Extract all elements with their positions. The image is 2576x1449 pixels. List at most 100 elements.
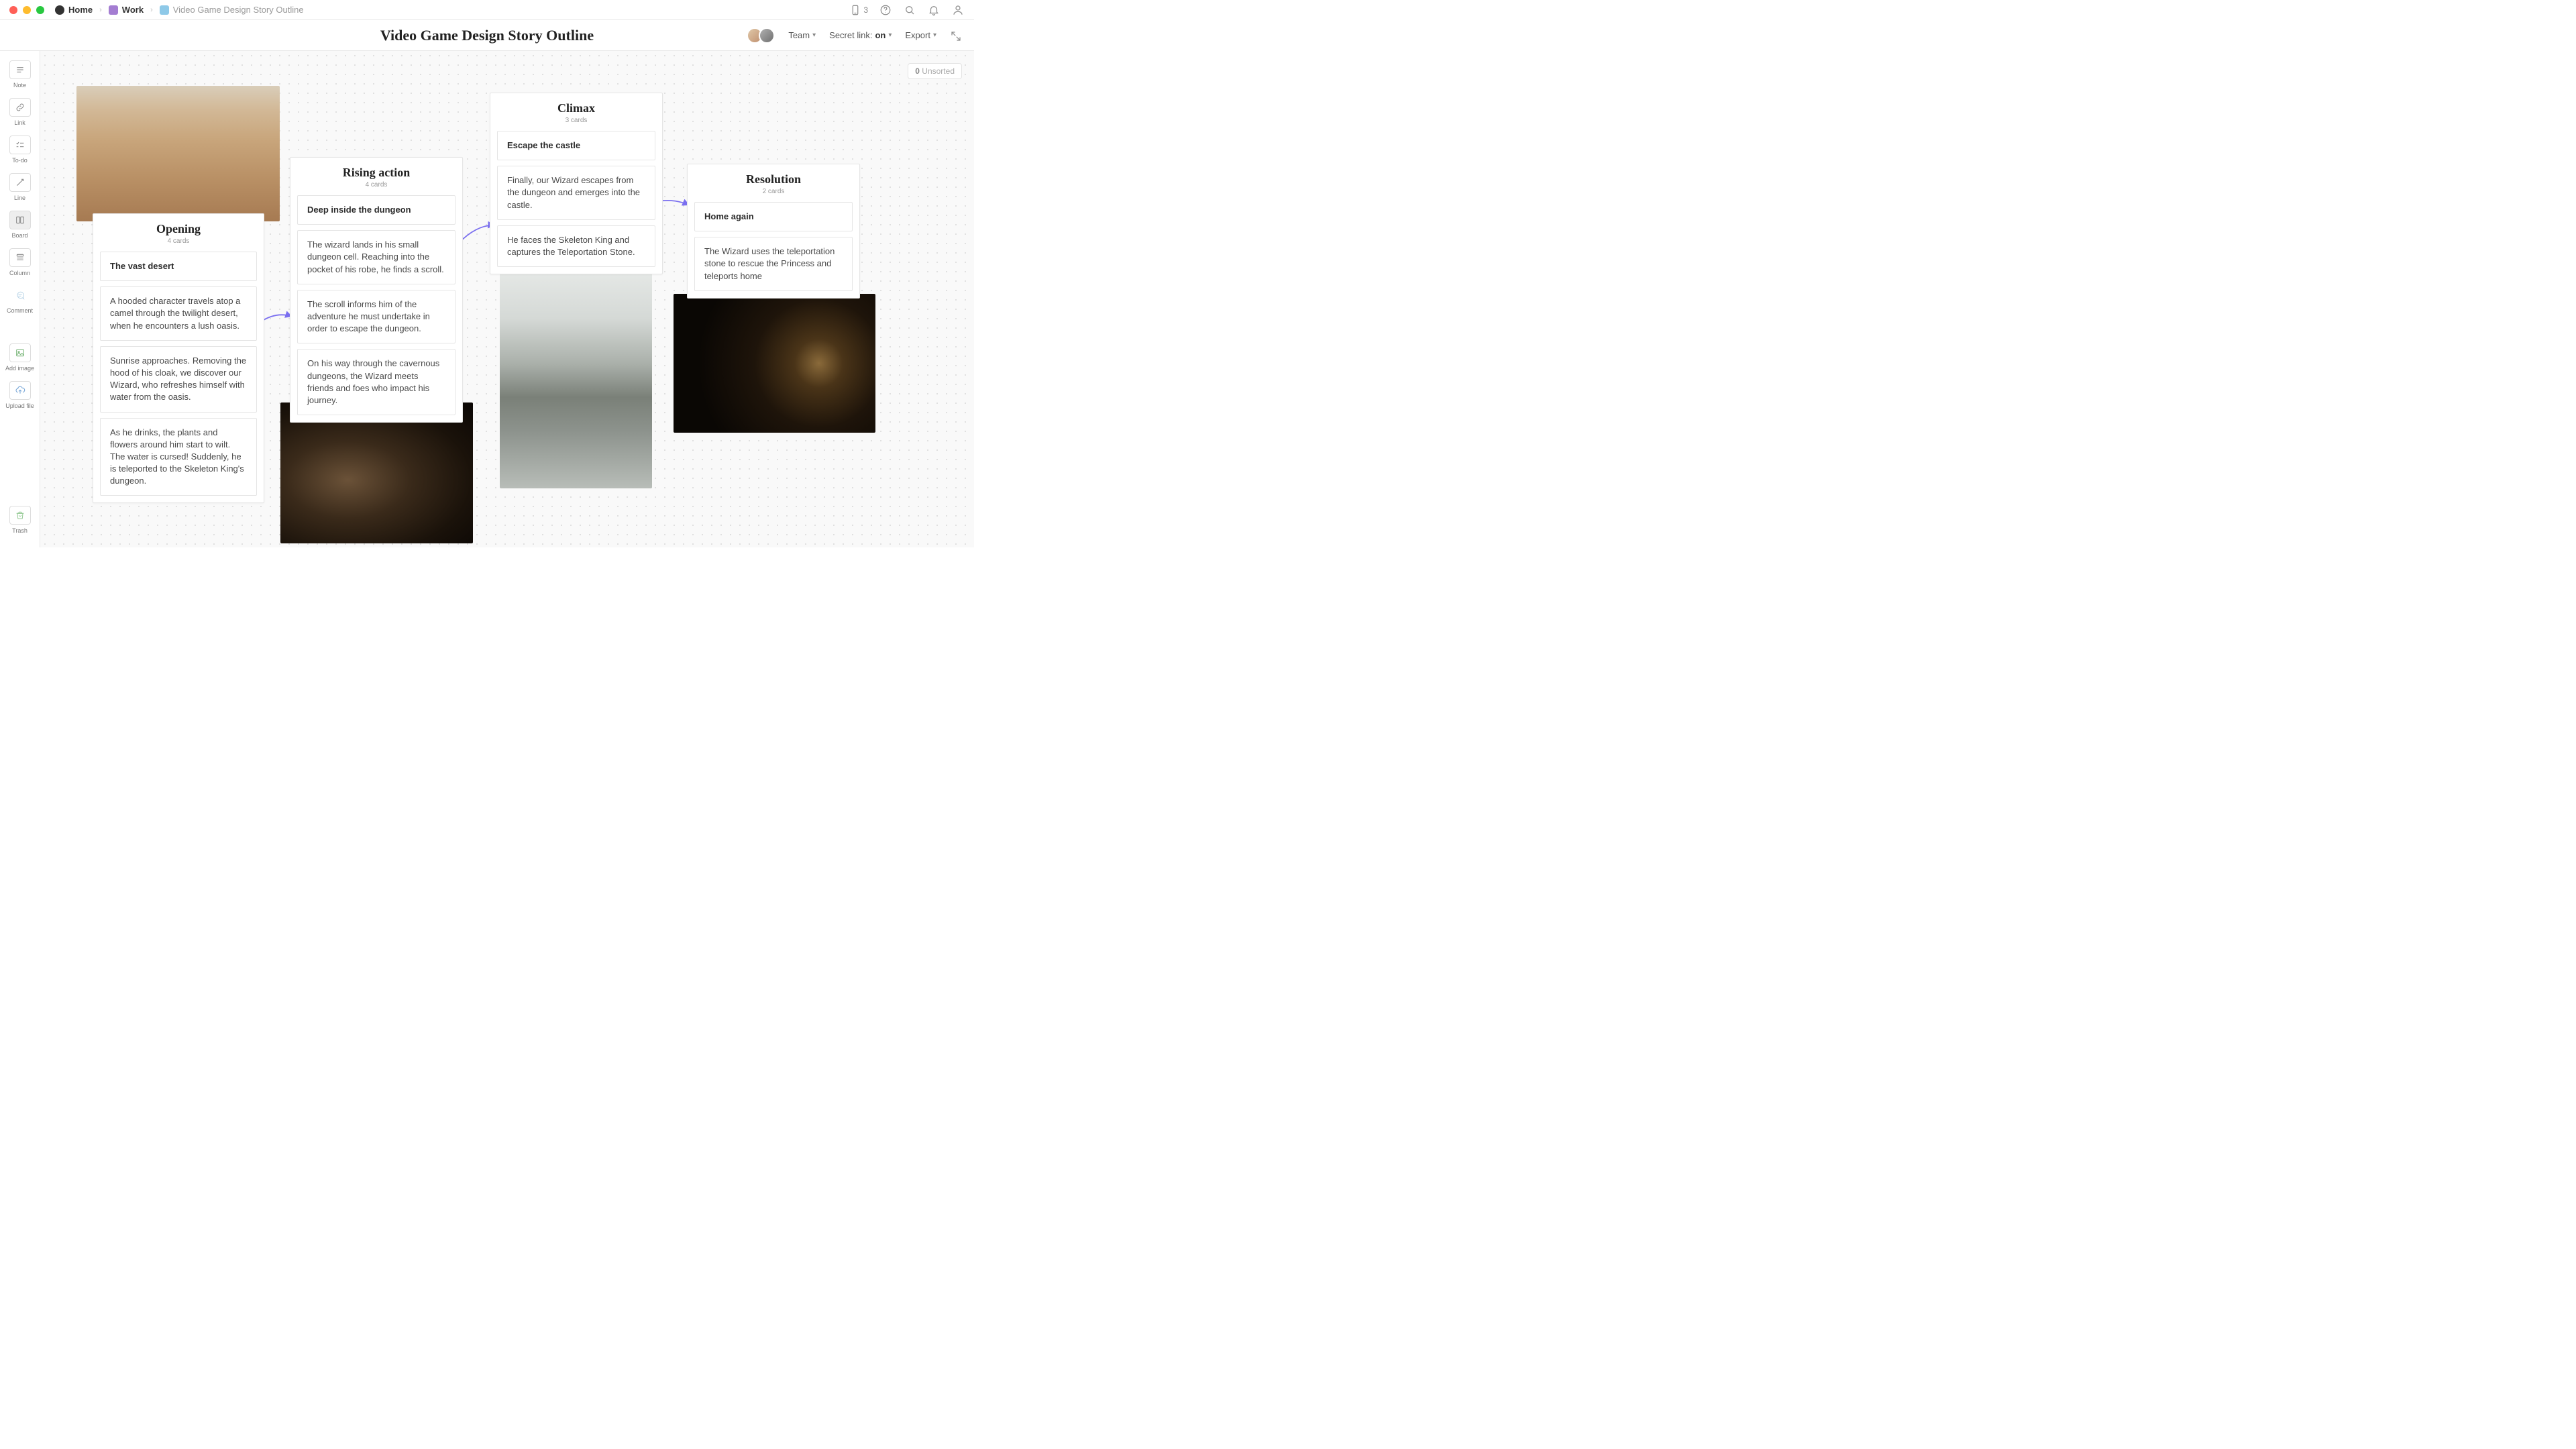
list-count: 4 cards xyxy=(297,181,455,189)
home-icon: M xyxy=(55,5,64,15)
breadcrumb-home-label: Home xyxy=(68,5,93,15)
line-icon xyxy=(9,173,31,192)
list-title: Resolution xyxy=(694,172,853,186)
help-icon xyxy=(879,4,892,16)
breadcrumb-home[interactable]: M Home xyxy=(55,5,93,15)
note-icon xyxy=(9,60,31,79)
sidebar-item-line[interactable]: Line xyxy=(5,173,36,201)
chrome-actions: 3 xyxy=(849,3,965,17)
account-button[interactable] xyxy=(951,3,965,17)
sidebar-item-note[interactable]: Note xyxy=(5,60,36,89)
user-icon xyxy=(952,4,964,16)
trash-icon xyxy=(9,506,31,525)
card-heading[interactable]: Deep inside the dungeon xyxy=(297,195,455,225)
sidebar-item-label: Comment xyxy=(7,307,33,314)
image-room[interactable] xyxy=(674,294,875,433)
card[interactable]: On his way through the cavernous dungeon… xyxy=(297,349,455,415)
card-heading[interactable]: Home again xyxy=(694,202,853,231)
unsorted-label: Unsorted xyxy=(922,66,955,76)
tool-sidebar: Note Link To-do Line Board Column Commen… xyxy=(0,51,40,547)
sidebar-item-trash[interactable]: Trash xyxy=(5,506,36,534)
sidebar-item-label: To-do xyxy=(12,157,28,164)
breadcrumb-work[interactable]: Work xyxy=(109,5,144,15)
link-icon xyxy=(9,98,31,117)
list-resolution[interactable]: Resolution 2 cards Home again The Wizard… xyxy=(687,164,860,299)
list-count: 3 cards xyxy=(497,117,655,124)
list-count: 4 cards xyxy=(100,237,257,245)
help-button[interactable] xyxy=(879,3,892,17)
export-label: Export xyxy=(905,30,930,40)
card[interactable]: As he drinks, the plants and flowers aro… xyxy=(100,418,257,496)
sidebar-item-label: Note xyxy=(13,82,26,89)
column-icon xyxy=(9,248,31,267)
sidebar-item-upload-file[interactable]: Upload file xyxy=(5,381,36,409)
minimize-window-icon[interactable] xyxy=(23,6,31,14)
list-title: Rising action xyxy=(297,166,455,180)
sidebar-item-label: Upload file xyxy=(5,402,34,409)
sidebar-item-todo[interactable]: To-do xyxy=(5,136,36,164)
card-heading[interactable]: The vast desert xyxy=(100,252,257,281)
card[interactable]: The scroll informs him of the adventure … xyxy=(297,290,455,344)
list-title: Climax xyxy=(497,101,655,115)
card[interactable]: Finally, our Wizard escapes from the dun… xyxy=(497,166,655,220)
bell-icon xyxy=(928,4,940,16)
chevron-down-icon: ▾ xyxy=(933,32,936,39)
mobile-devices-button[interactable]: 3 xyxy=(849,4,868,16)
list-count: 2 cards xyxy=(694,188,853,195)
document-toolbar: Video Game Design Story Outline Team ▾ S… xyxy=(0,20,974,51)
sidebar-item-label: Add image xyxy=(5,365,34,372)
list-title: Opening xyxy=(100,222,257,236)
collaborator-avatars[interactable] xyxy=(747,28,775,44)
card[interactable]: A hooded character travels atop a camel … xyxy=(100,286,257,341)
sidebar-item-link[interactable]: Link xyxy=(5,98,36,126)
search-icon xyxy=(904,4,916,16)
sidebar-item-label: Line xyxy=(14,195,25,201)
search-button[interactable] xyxy=(903,3,916,17)
image-icon xyxy=(9,343,31,362)
secret-link-menu[interactable]: Secret link: on ▾ xyxy=(829,30,892,40)
chevron-down-icon: ▾ xyxy=(888,32,892,39)
expand-icon xyxy=(950,30,962,42)
image-dungeon[interactable] xyxy=(280,402,473,543)
unsorted-count: 0 xyxy=(915,66,920,76)
list-rising-action[interactable]: Rising action 4 cards Deep inside the du… xyxy=(290,157,463,423)
sidebar-item-comment[interactable]: Comment xyxy=(5,286,36,314)
sidebar-item-label: Trash xyxy=(12,527,28,534)
maximize-window-icon[interactable] xyxy=(36,6,44,14)
board-canvas[interactable]: 0 Unsorted Opening 4 cards The vast dese… xyxy=(40,51,974,547)
sidebar-item-column[interactable]: Column xyxy=(5,248,36,276)
sidebar-item-label: Column xyxy=(9,270,30,276)
card[interactable]: Sunrise approaches. Removing the hood of… xyxy=(100,346,257,413)
mobile-devices-count: 3 xyxy=(863,5,868,15)
fullscreen-button[interactable] xyxy=(950,30,961,41)
image-castle[interactable] xyxy=(500,262,652,488)
sidebar-item-add-image[interactable]: Add image xyxy=(5,343,36,372)
export-menu[interactable]: Export ▾ xyxy=(905,30,936,40)
card-heading[interactable]: Escape the castle xyxy=(497,131,655,160)
window-chrome: M Home › Work › Video Game Design Story … xyxy=(0,0,974,20)
card[interactable]: The Wizard uses the teleportation stone … xyxy=(694,237,853,291)
unsorted-badge[interactable]: 0 Unsorted xyxy=(908,63,962,79)
notifications-button[interactable] xyxy=(927,3,941,17)
breadcrumb-current[interactable]: Video Game Design Story Outline xyxy=(160,5,304,15)
close-window-icon[interactable] xyxy=(9,6,17,14)
page-title[interactable]: Video Game Design Story Outline xyxy=(380,27,594,44)
toolbar-right: Team ▾ Secret link: on ▾ Export ▾ xyxy=(747,28,961,44)
breadcrumb: M Home › Work › Video Game Design Story … xyxy=(55,5,304,15)
list-climax[interactable]: Climax 3 cards Escape the castle Finally… xyxy=(490,93,663,274)
comment-icon xyxy=(9,286,31,305)
sidebar-item-label: Link xyxy=(14,119,25,126)
list-opening[interactable]: Opening 4 cards The vast desert A hooded… xyxy=(93,213,264,503)
sidebar-item-label: Board xyxy=(11,232,28,239)
avatar xyxy=(759,28,775,44)
image-desert[interactable] xyxy=(76,86,280,221)
chevron-right-icon: › xyxy=(99,6,102,14)
breadcrumb-work-label: Work xyxy=(122,5,144,15)
secret-link-prefix: Secret link: xyxy=(829,30,872,40)
card[interactable]: The wizard lands in his small dungeon ce… xyxy=(297,230,455,284)
team-menu[interactable]: Team ▾ xyxy=(788,30,816,40)
secret-link-state: on xyxy=(875,30,885,40)
card[interactable]: He faces the Skeleton King and captures … xyxy=(497,225,655,267)
sidebar-item-board[interactable]: Board xyxy=(5,211,36,239)
breadcrumb-current-label: Video Game Design Story Outline xyxy=(173,5,304,15)
